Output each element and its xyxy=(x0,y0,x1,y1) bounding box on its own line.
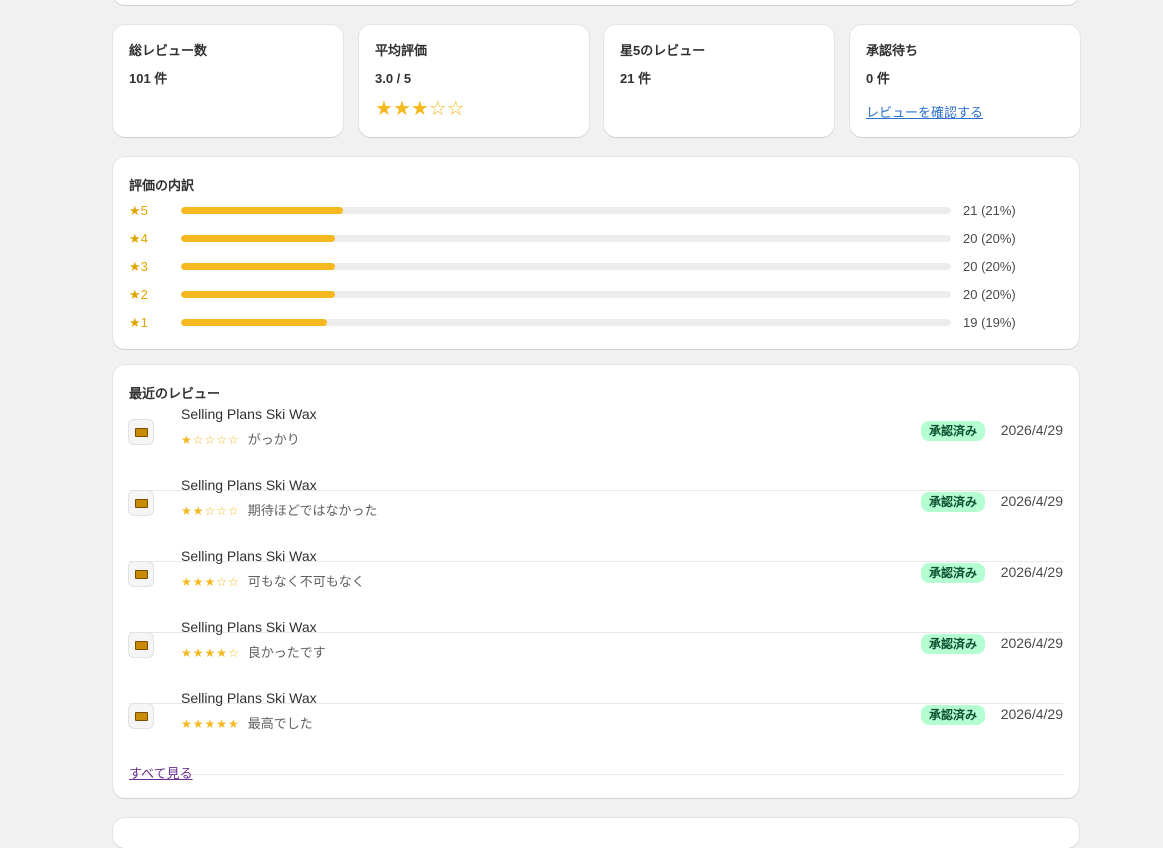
distribution-row: ★3 20 (20%) xyxy=(129,259,1063,275)
distribution-bar-fill xyxy=(181,319,328,326)
product-thumbnail xyxy=(129,420,153,444)
bottom-card-partial xyxy=(113,818,1079,848)
distribution-bar-track xyxy=(181,291,951,298)
distribution-label: ★1 xyxy=(129,315,148,330)
review-product-name: Selling Plans Ski Wax xyxy=(181,406,317,422)
stat-five-star-reviews: 星5のレビュー 21 件 xyxy=(604,25,834,137)
distribution-count: 20 (20%) xyxy=(963,231,1016,246)
average-stars: ★★★☆☆ xyxy=(375,98,573,120)
distribution-bar-track xyxy=(181,207,951,214)
review-stars-icon: ★★★★★ xyxy=(181,717,240,731)
review-row[interactable]: Selling Plans Ski Wax ★★★★★ 最高でした 承認済み 2026/… xyxy=(129,690,1063,775)
star-filled-icon: ★ xyxy=(392,98,411,120)
product-image-icon xyxy=(134,640,148,650)
review-date: 2026/4/29 xyxy=(1000,493,1063,509)
review-date: 2026/4/29 xyxy=(1000,564,1063,580)
stat-value: 3.0 / 5 xyxy=(375,71,412,86)
stat-title: 承認待ち xyxy=(866,43,919,58)
star-filled-icon: ★ xyxy=(375,98,393,120)
review-rating-line: ★★★☆☆ 可もなく不可もなく xyxy=(181,571,365,590)
review-stars-icon: ★★☆☆☆ xyxy=(181,504,240,518)
stat-total-reviews: 総レビュー数 101 件 xyxy=(113,25,343,137)
review-text: 期待ほどではなかった xyxy=(247,503,378,518)
stat-average-rating: 平均評価 3.0 / 5 ★★★☆☆ xyxy=(359,25,589,137)
distribution-bar-fill xyxy=(181,235,335,242)
stat-value: 21 件 xyxy=(620,71,652,86)
distribution-count: 19 (19%) xyxy=(963,315,1016,330)
review-text: 最高でした xyxy=(247,716,313,731)
review-rating-line: ★★★★☆ 良かったです xyxy=(181,642,326,661)
stat-title: 総レビュー数 xyxy=(129,43,208,58)
review-rating-line: ★★☆☆☆ 期待ほどではなかった xyxy=(181,500,378,519)
distribution-label: ★4 xyxy=(129,231,148,246)
product-thumbnail xyxy=(129,704,153,728)
product-image-icon xyxy=(134,711,148,721)
review-date: 2026/4/29 xyxy=(1000,422,1063,438)
review-text: 良かったです xyxy=(247,645,326,660)
review-date: 2026/4/29 xyxy=(1000,635,1063,651)
distribution-bar-fill xyxy=(181,263,335,270)
distribution-row: ★4 20 (20%) xyxy=(129,231,1063,247)
review-rating-line: ★★★★★ 最高でした xyxy=(181,713,313,732)
distribution-row: ★2 20 (20%) xyxy=(129,287,1063,303)
review-text: がっかり xyxy=(247,432,300,447)
status-badge: 承認済み xyxy=(920,492,985,512)
status-badge: 承認済み xyxy=(920,705,985,725)
product-thumbnail xyxy=(129,491,153,515)
status-badge: 承認済み xyxy=(920,563,985,583)
distribution-label: ★5 xyxy=(129,203,148,218)
distribution-label: ★3 xyxy=(129,259,148,274)
stat-value: 101 件 xyxy=(129,71,168,86)
review-product-name: Selling Plans Ski Wax xyxy=(181,690,317,706)
distribution-count: 20 (20%) xyxy=(963,287,1016,302)
status-badge: 承認済み xyxy=(920,421,985,441)
top-card-partial xyxy=(113,0,1079,5)
distribution-bar-track xyxy=(181,319,951,326)
stat-title: 星5のレビュー xyxy=(620,43,706,58)
product-image-icon xyxy=(134,427,148,437)
distribution-label: ★2 xyxy=(129,287,148,302)
review-check-link[interactable]: レビューを確認する xyxy=(866,102,983,121)
star-empty-icon: ☆ xyxy=(446,98,465,120)
star-empty-icon: ☆ xyxy=(428,98,447,120)
review-date: 2026/4/29 xyxy=(1000,706,1063,722)
product-thumbnail xyxy=(129,562,153,586)
review-product-name: Selling Plans Ski Wax xyxy=(181,548,317,564)
product-image-icon xyxy=(134,498,148,508)
rating-distribution-card: 評価の内訳 ★5 21 (21%) ★4 20 (20%) ★3 20 (20%) ★2 20… xyxy=(113,157,1079,349)
distribution-bar-fill xyxy=(181,291,335,298)
distribution-row: ★1 19 (19%) xyxy=(129,315,1063,331)
stat-value: 0 件 xyxy=(866,71,890,86)
distribution-bar-track xyxy=(181,263,951,270)
review-product-name: Selling Plans Ski Wax xyxy=(181,619,317,635)
status-badge: 承認済み xyxy=(920,634,985,654)
distribution-count: 20 (20%) xyxy=(963,259,1016,274)
distribution-row: ★5 21 (21%) xyxy=(129,203,1063,219)
stat-pending-approval: 承認待ち 0 件 レビューを確認する xyxy=(850,25,1080,137)
stat-title: 平均評価 xyxy=(375,43,428,58)
distribution-count: 21 (21%) xyxy=(963,203,1016,218)
recent-reviews-card: 最近のレビュー Selling Plans Ski Wax ★☆☆☆☆ がっかり 承認… xyxy=(113,365,1079,798)
review-stars-icon: ★☆☆☆☆ xyxy=(181,433,240,447)
review-stars-icon: ★★★☆☆ xyxy=(181,575,240,589)
section-title: 評価の内訳 xyxy=(129,178,195,193)
distribution-bar-fill xyxy=(181,207,343,214)
product-thumbnail xyxy=(129,633,153,657)
review-product-name: Selling Plans Ski Wax xyxy=(181,477,317,493)
section-title: 最近のレビュー xyxy=(129,386,221,401)
review-text: 可もなく不可もなく xyxy=(247,574,365,589)
review-rating-line: ★☆☆☆☆ がっかり xyxy=(181,429,300,448)
product-image-icon xyxy=(134,569,148,579)
see-all-link[interactable]: すべて見る xyxy=(129,763,193,782)
review-stars-icon: ★★★★☆ xyxy=(181,646,240,660)
star-filled-icon: ★ xyxy=(410,98,429,120)
distribution-bar-track xyxy=(181,235,951,242)
